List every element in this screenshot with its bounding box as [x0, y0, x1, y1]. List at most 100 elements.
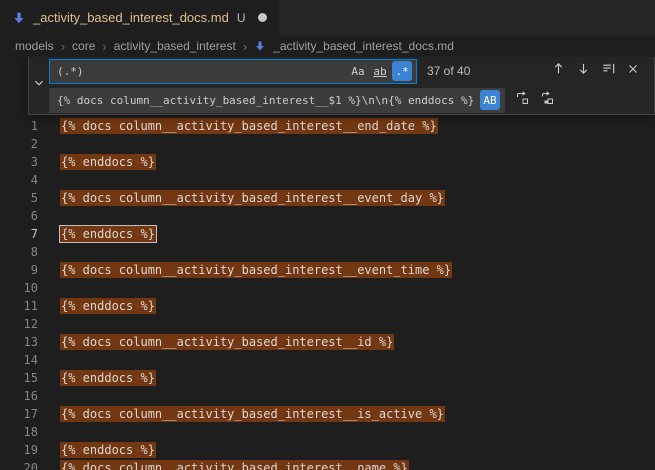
find-match: {% enddocs %}	[60, 226, 156, 242]
line-number[interactable]: 11	[0, 297, 38, 315]
markdown-file-icon	[254, 40, 266, 52]
line-content: {% docs column__activity_based_interest_…	[60, 333, 394, 351]
line-number[interactable]: 19	[0, 441, 38, 459]
find-match: {% enddocs %}	[60, 154, 156, 170]
line-number[interactable]: 9	[0, 261, 38, 279]
editor-line[interactable]: 17 {% docs column__activity_based_interes…	[0, 405, 655, 423]
editor-line[interactable]: 6	[0, 207, 655, 225]
line-number[interactable]: 4	[0, 171, 38, 189]
find-query-text: (.*)	[57, 65, 84, 78]
line-number[interactable]: 3	[0, 153, 38, 171]
line-number[interactable]: 18	[0, 423, 38, 441]
breadcrumb: models › core › activity_based_interest …	[0, 35, 655, 57]
replace-row: {% docs column__activity_based_interest_…	[49, 88, 648, 113]
editor-line[interactable]: 8	[0, 243, 655, 261]
find-match: {% docs column__activity_based_interest_…	[60, 118, 438, 134]
line-number[interactable]: 16	[0, 387, 38, 405]
line-number[interactable]: 5	[0, 189, 38, 207]
line-number[interactable]: 12	[0, 315, 38, 333]
line-number[interactable]: 14	[0, 351, 38, 369]
replace-icon	[514, 90, 530, 111]
editor-line[interactable]: 11 {% enddocs %}	[0, 297, 655, 315]
find-match: {% docs column__activity_based_interest_…	[60, 262, 452, 278]
line-number[interactable]: 2	[0, 135, 38, 153]
line-content: {% enddocs %}	[60, 441, 156, 459]
find-match: {% docs column__activity_based_interest_…	[60, 334, 394, 350]
replace-input[interactable]: {% docs column__activity_based_interest_…	[49, 88, 505, 113]
selection-lines-icon	[601, 61, 616, 81]
line-number[interactable]: 15	[0, 369, 38, 387]
line-content: {% enddocs %}	[60, 225, 156, 243]
line-content: {% docs column__activity_based_interest_…	[60, 459, 409, 470]
editor-line[interactable]: 18	[0, 423, 655, 441]
replace-button[interactable]	[511, 89, 533, 111]
breadcrumb-separator: ›	[102, 39, 106, 54]
breadcrumb-item-models[interactable]: models	[15, 39, 54, 53]
editor-pane[interactable]: (.*) Aa ab .* 37 of 40	[0, 57, 655, 470]
editor-line[interactable]: 20 {% docs column__activity_based_interes…	[0, 459, 655, 470]
line-number[interactable]: 20	[0, 459, 38, 470]
chevron-down-icon	[32, 76, 46, 95]
line-number[interactable]: 6	[0, 207, 38, 225]
tab-filename: _activity_based_interest_docs.md	[33, 10, 229, 25]
replace-all-icon	[539, 90, 555, 111]
editor-tab[interactable]: _activity_based_interest_docs.md U	[0, 0, 279, 35]
breadcrumb-item-core[interactable]: core	[72, 39, 95, 53]
find-input[interactable]: (.*) Aa ab .*	[49, 59, 417, 84]
line-content: {% enddocs %}	[60, 153, 156, 171]
match-case-toggle[interactable]: Aa	[348, 61, 368, 81]
unsaved-changes-dot[interactable]	[258, 13, 267, 22]
line-number[interactable]: 8	[0, 243, 38, 261]
next-match-button[interactable]	[572, 60, 594, 82]
close-find-widget-button[interactable]	[622, 60, 644, 82]
line-content: {% docs column__activity_based_interest_…	[60, 405, 445, 423]
find-match: {% docs column__activity_based_interest_…	[60, 190, 445, 206]
editor-line[interactable]: 16	[0, 387, 655, 405]
editor-line[interactable]: 12	[0, 315, 655, 333]
previous-match-button[interactable]	[547, 60, 569, 82]
line-number[interactable]: 1	[0, 117, 38, 135]
line-number[interactable]: 17	[0, 405, 38, 423]
results-count: 37 of 40	[427, 64, 470, 78]
editor-line[interactable]: 15 {% enddocs %}	[0, 369, 655, 387]
breadcrumb-separator: ›	[61, 39, 65, 54]
toggle-replace-button[interactable]	[29, 57, 49, 114]
editor-line[interactable]: 5 {% docs column__activity_based_interest…	[0, 189, 655, 207]
breadcrumb-item-activity-based-interest[interactable]: activity_based_interest	[114, 39, 236, 53]
breadcrumb-item-file[interactable]: _activity_based_interest_docs.md	[273, 39, 454, 53]
arrow-up-icon	[551, 61, 566, 81]
line-number[interactable]: 10	[0, 279, 38, 297]
whole-word-toggle[interactable]: ab	[370, 61, 390, 81]
find-match: {% enddocs %}	[60, 298, 156, 314]
editor-line[interactable]: 7 {% enddocs %}	[0, 225, 655, 243]
tab-bar: _activity_based_interest_docs.md U	[0, 0, 655, 35]
find-row: (.*) Aa ab .* 37 of 40	[49, 59, 648, 84]
find-match: {% enddocs %}	[60, 370, 156, 386]
find-match: {% enddocs %}	[60, 442, 156, 458]
line-content: {% docs column__activity_based_interest_…	[60, 261, 452, 279]
line-content: {% enddocs %}	[60, 297, 156, 315]
editor-line[interactable]: 19 {% enddocs %}	[0, 441, 655, 459]
line-number[interactable]: 13	[0, 333, 38, 351]
editor-line[interactable]: 2	[0, 135, 655, 153]
editor-line[interactable]: 4	[0, 171, 655, 189]
git-status-badge: U	[237, 11, 246, 25]
markdown-file-icon	[12, 11, 26, 25]
line-content: {% docs column__activity_based_interest_…	[60, 189, 445, 207]
editor-lines: 1 {% docs column__activity_based_interest…	[0, 57, 655, 470]
editor-line[interactable]: 1 {% docs column__activity_based_interest…	[0, 117, 655, 135]
editor-line[interactable]: 10	[0, 279, 655, 297]
line-content: {% docs column__activity_based_interest_…	[60, 117, 438, 135]
regex-toggle[interactable]: .*	[392, 61, 412, 81]
editor-line[interactable]: 14	[0, 351, 655, 369]
editor-line[interactable]: 9 {% docs column__activity_based_interest…	[0, 261, 655, 279]
breadcrumb-separator: ›	[243, 39, 247, 54]
replace-all-button[interactable]	[536, 89, 558, 111]
find-match: {% docs column__activity_based_interest_…	[60, 460, 409, 470]
editor-line[interactable]: 3 {% enddocs %}	[0, 153, 655, 171]
line-number[interactable]: 7	[0, 225, 38, 243]
find-in-selection-button[interactable]	[597, 60, 619, 82]
editor-line[interactable]: 13 {% docs column__activity_based_interes…	[0, 333, 655, 351]
preserve-case-toggle[interactable]: AB	[480, 90, 500, 110]
line-content: {% enddocs %}	[60, 369, 156, 387]
